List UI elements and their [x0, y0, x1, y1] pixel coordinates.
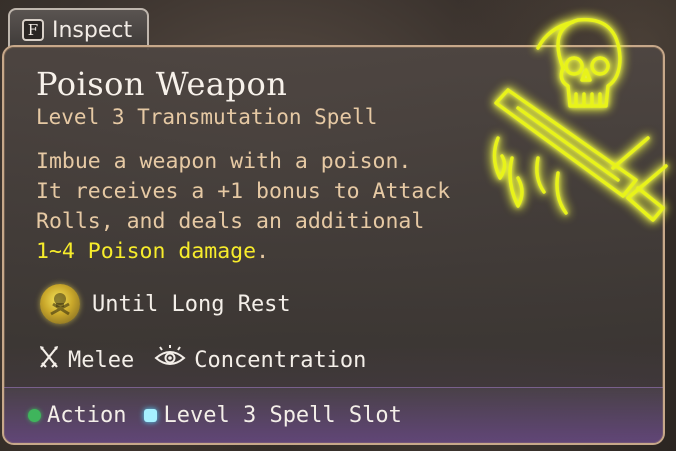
cost-action: Action: [28, 403, 126, 428]
damage-suffix: .: [256, 239, 270, 264]
tag-concentration: Concentration: [154, 344, 366, 376]
poisoned-sword-skull-icon: [478, 8, 676, 238]
description-line: Rolls, and deals an additional: [36, 209, 425, 234]
inspect-key-badge: F: [22, 19, 44, 41]
spell-cost-bar: Action Level 3 Spell Slot: [4, 387, 663, 443]
description-line: Imbue a weapon with a poison.: [36, 149, 412, 174]
spell-description: Imbue a weapon with a poison. It receive…: [36, 147, 466, 267]
spell-school: Level 3 Transmutation Spell: [36, 105, 378, 129]
action-dot-icon: [28, 409, 41, 422]
inspect-tab[interactable]: F Inspect: [8, 8, 149, 50]
inspect-label: Inspect: [52, 17, 133, 43]
poison-skull-duration-icon: [40, 284, 80, 324]
cost-spell-slot: Level 3 Spell Slot: [144, 403, 402, 428]
tag-concentration-label: Concentration: [194, 347, 367, 373]
description-line-damage: 1~4 Poison damage.: [36, 237, 466, 267]
spell-tags: Melee Concentration: [38, 344, 366, 376]
duration-label: Until Long Rest: [92, 291, 291, 317]
tag-melee-label: Melee: [68, 347, 135, 373]
cost-spell-slot-label: Level 3 Spell Slot: [163, 403, 402, 428]
crossed-swords-icon: [38, 344, 60, 376]
spell-duration: Until Long Rest: [40, 284, 291, 324]
description-line: It receives a +1 bonus to Attack: [36, 179, 451, 204]
spell-slot-icon: [144, 409, 158, 422]
damage-highlight: 1~4 Poison damage: [36, 239, 257, 264]
spell-title: Poison Weapon: [36, 65, 288, 103]
cost-action-label: Action: [47, 403, 127, 428]
eye-icon: [154, 344, 186, 376]
tag-melee: Melee: [38, 344, 134, 376]
